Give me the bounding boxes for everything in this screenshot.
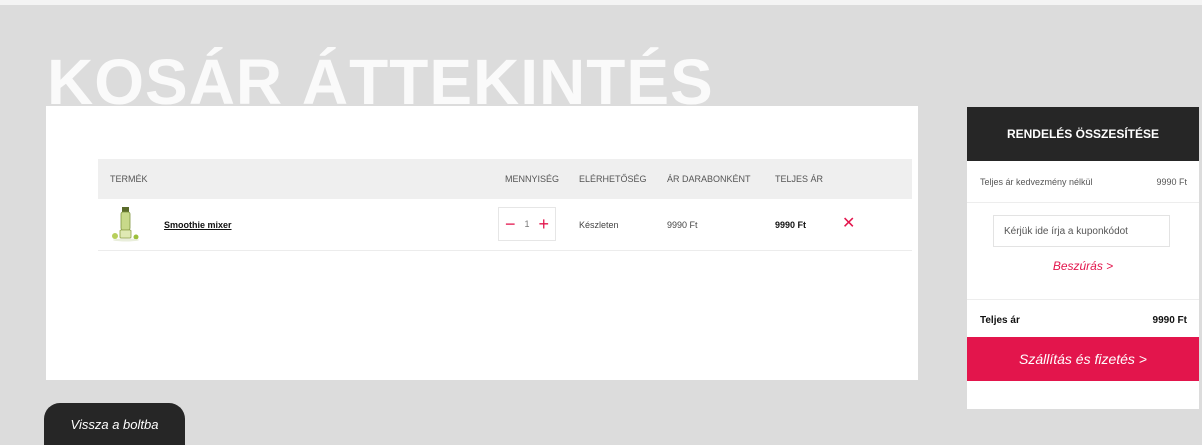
summary-title: RENDELÉS ÖSSZESÍTÉSE — [967, 107, 1199, 161]
table-header: TERMÉK MENNYISÉG ELÉRHETŐSÉG ÁR DARABONK… — [98, 159, 912, 199]
checkout-button[interactable]: Szállítás és fizetés > — [967, 337, 1199, 381]
coupon-area: Beszúrás > — [967, 203, 1199, 300]
total-label: Teljes ár — [980, 315, 1020, 326]
top-bar — [0, 0, 1202, 5]
minus-icon[interactable]: − — [505, 215, 516, 233]
availability-value: Készleten — [579, 220, 619, 230]
quantity-value[interactable]: 1 — [524, 219, 529, 229]
coupon-input[interactable] — [993, 215, 1170, 247]
header-total-price: TELJES ÁR — [775, 174, 824, 184]
order-summary: RENDELÉS ÖSSZESÍTÉSE Teljes ár kedvezmén… — [967, 107, 1199, 409]
plus-icon[interactable]: + — [538, 215, 549, 233]
back-to-shop-button[interactable]: Vissza a boltba — [44, 403, 185, 445]
header-availability: ELÉRHETŐSÉG — [579, 174, 647, 184]
total-price-value: 9990 Ft — [775, 220, 807, 230]
header-unit-price: ÁR DARABONKÉNT — [667, 174, 751, 184]
insert-coupon-link[interactable]: Beszúrás > — [967, 259, 1199, 273]
subtotal-value: 9990 Ft — [1156, 177, 1187, 187]
quantity-stepper: − 1 + — [498, 207, 556, 241]
total-row: Teljes ár 9990 Ft — [967, 300, 1199, 340]
cart-card: TERMÉK MENNYISÉG ELÉRHETŐSÉG ÁR DARABONK… — [46, 106, 918, 380]
cart-table: TERMÉK MENNYISÉG ELÉRHETŐSÉG ÁR DARABONK… — [98, 159, 912, 251]
remove-item-icon[interactable]: ✕ — [842, 213, 855, 233]
table-row: Smoothie mixer − 1 + Készleten 9990 Ft 9… — [98, 199, 912, 251]
header-product: TERMÉK — [110, 174, 148, 184]
page-title: KOSÁR ÁTTEKINTÉS — [47, 46, 714, 118]
header-quantity: MENNYISÉG — [505, 174, 560, 184]
total-value: 9990 Ft — [1152, 315, 1187, 326]
subtotal-row: Teljes ár kedvezmény nélkül 9990 Ft — [967, 161, 1199, 203]
product-image — [110, 206, 142, 242]
subtotal-label: Teljes ár kedvezmény nélkül — [980, 177, 1093, 187]
unit-price-value: 9990 Ft — [667, 220, 698, 230]
product-name-link[interactable]: Smoothie mixer — [164, 220, 232, 230]
